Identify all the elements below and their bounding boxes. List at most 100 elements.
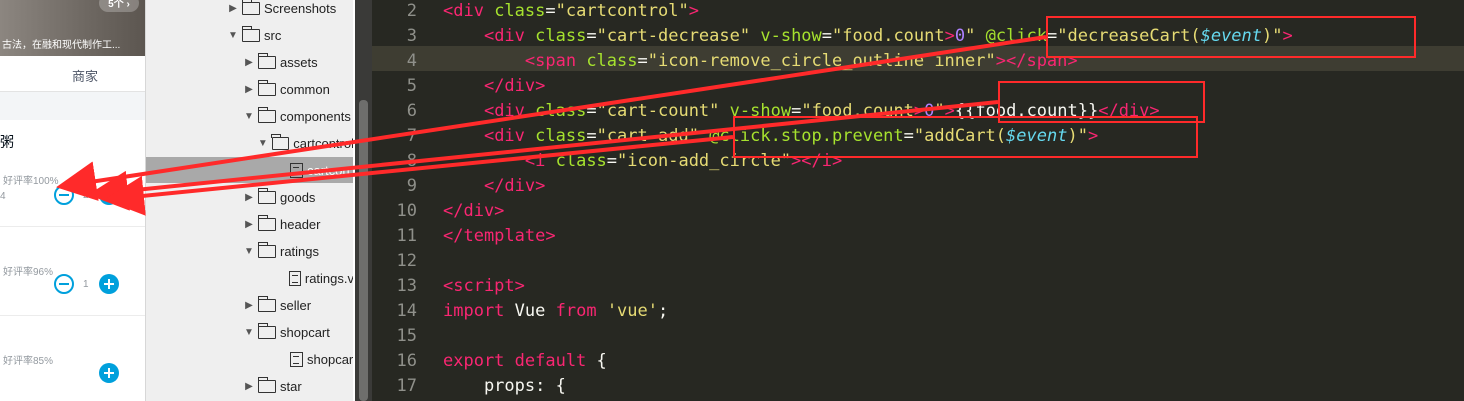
chevron-right-icon[interactable]: ▶	[242, 300, 256, 311]
code-token: 0	[954, 26, 966, 46]
code-token: "cart-count"	[596, 101, 720, 121]
code-token: =	[586, 26, 597, 46]
folder-open-icon	[271, 133, 290, 150]
food-item: 好评率96% 1	[0, 263, 145, 303]
section-gap	[0, 92, 145, 120]
tree-item-ratings[interactable]: ▼ ratings	[146, 238, 353, 264]
code-token: v-show	[760, 26, 822, 46]
cart-add-icon[interactable]	[99, 363, 119, 383]
code-token: =	[821, 26, 833, 46]
line-number: 11	[396, 226, 417, 246]
cart-decrease-icon[interactable]	[54, 185, 74, 205]
file-icon	[290, 162, 303, 178]
line-number: 16	[396, 351, 417, 371]
folder-open-icon	[257, 106, 276, 123]
folder-icon	[257, 79, 276, 96]
chevron-right-icon[interactable]: ▶	[226, 3, 240, 14]
divider	[0, 315, 145, 316]
code-token: @click	[985, 26, 1048, 46]
chevron-down-icon[interactable]: ▼	[242, 111, 256, 122]
tree-item-ratings-v[interactable]: ratings.v	[146, 265, 353, 291]
chevron-down-icon[interactable]: ▼	[242, 327, 256, 338]
tab-seller[interactable]: 商家	[72, 66, 98, 85]
tree-item-label: ratings.v	[304, 270, 353, 286]
mobile-app-preview: 5个 › 古法，在融和现代制作工... 商家 粥 好评率100% 4 2 好评率…	[0, 0, 145, 401]
tree-item-cartcon[interactable]: cartcon	[146, 157, 353, 183]
code-line: <span class="icon-remove_circle_outline …	[443, 51, 1078, 71]
tree-item-shopcart[interactable]: ▼ shopcart	[146, 319, 353, 345]
tree-item-assets[interactable]: ▶ assets	[146, 49, 353, 75]
tree-item-header[interactable]: ▶ header	[146, 211, 353, 237]
tree-item-label: Screenshots	[264, 0, 337, 16]
code-token: <span	[524, 51, 587, 71]
code-token: =	[545, 1, 556, 21]
code-token: <div	[483, 101, 536, 121]
tree-item-seller[interactable]: ▶ seller	[146, 292, 353, 318]
tree-item-label: common	[280, 81, 330, 97]
food-rating: 好评率85%	[3, 356, 54, 367]
tree-item-Screenshots[interactable]: ▶ Screenshots	[146, 0, 353, 21]
line-number: 4	[406, 51, 417, 71]
tree-item-label: shopcart	[280, 324, 330, 340]
cart-decrease-icon[interactable]	[54, 274, 74, 294]
food-price: 4	[0, 191, 6, 202]
folder-icon	[241, 0, 260, 15]
code-token: =	[586, 101, 597, 121]
food-rating: 好评率96%	[3, 267, 54, 278]
line-number: 13	[396, 276, 417, 296]
chevron-down-icon[interactable]: ▼	[226, 30, 240, 41]
line-number: 3	[406, 26, 417, 46]
code-token: class	[535, 126, 587, 146]
chevron-down-icon[interactable]: ▼	[242, 246, 256, 257]
cart-add-icon[interactable]	[99, 274, 119, 294]
chevron-right-icon[interactable]: ▶	[242, 219, 256, 230]
tree-item-label: assets	[280, 54, 318, 70]
tree-item-star[interactable]: ▶ star	[146, 373, 353, 399]
tree-item-label: cartcon	[307, 162, 350, 178]
chevron-right-icon[interactable]: ▶	[242, 84, 256, 95]
banner-text: 古法，在融和现代制作工...	[2, 40, 121, 51]
screenshot-root: { "app": { "banner_badge": "5个 ›", "bann…	[0, 0, 1464, 401]
tree-scrollbar[interactable]	[355, 0, 372, 401]
code-token: >	[688, 1, 699, 21]
tree-item-common[interactable]: ▶ common	[146, 76, 353, 102]
code-token: </template>	[443, 226, 556, 246]
tree-item-cartcontrol[interactable]: ▼ cartcontrol	[146, 130, 353, 156]
code-editor[interactable]: 2 3 4 5 6 7 8 9 10 11 12 13 14 15 16 17 <div class="car…	[372, 0, 1464, 401]
code-line: export default {	[443, 351, 607, 371]
code-token: =	[606, 151, 618, 171]
chevron-right-icon[interactable]: ▶	[242, 381, 256, 392]
tree-item-src[interactable]: ▼ src	[146, 22, 353, 48]
tree-item-shopcar[interactable]: shopcar	[146, 346, 353, 372]
scrollbar-thumb[interactable]	[359, 100, 368, 401]
code-token: 'vue'	[606, 301, 658, 321]
chevron-right-icon[interactable]: ▶	[242, 192, 256, 203]
tree-item-goods[interactable]: ▶ goods	[146, 184, 353, 210]
tree-item-components[interactable]: ▼ components	[146, 103, 353, 129]
section-title: 粥	[0, 134, 14, 150]
tree-item-label: src	[264, 27, 282, 43]
code-token: <div	[443, 1, 495, 21]
chevron-down-icon[interactable]: ▼	[256, 138, 270, 149]
code-line: import Vue from 'vue';	[443, 301, 668, 321]
tab-bar: 商家	[0, 56, 145, 92]
folder-icon	[257, 187, 276, 204]
chevron-right-icon[interactable]: ▶	[242, 57, 256, 68]
shop-banner: 5个 › 古法，在融和现代制作工...	[0, 0, 145, 56]
banner-badge[interactable]: 5个 ›	[99, 0, 139, 12]
code-token: >	[944, 26, 955, 46]
tree-item-label: ratings	[280, 243, 320, 259]
cart-add-icon[interactable]	[99, 185, 119, 205]
code-token: class	[555, 151, 607, 171]
code-token: </div>	[483, 176, 546, 196]
line-number: 6	[406, 101, 417, 121]
food-rating: 好评率100%	[3, 176, 59, 187]
